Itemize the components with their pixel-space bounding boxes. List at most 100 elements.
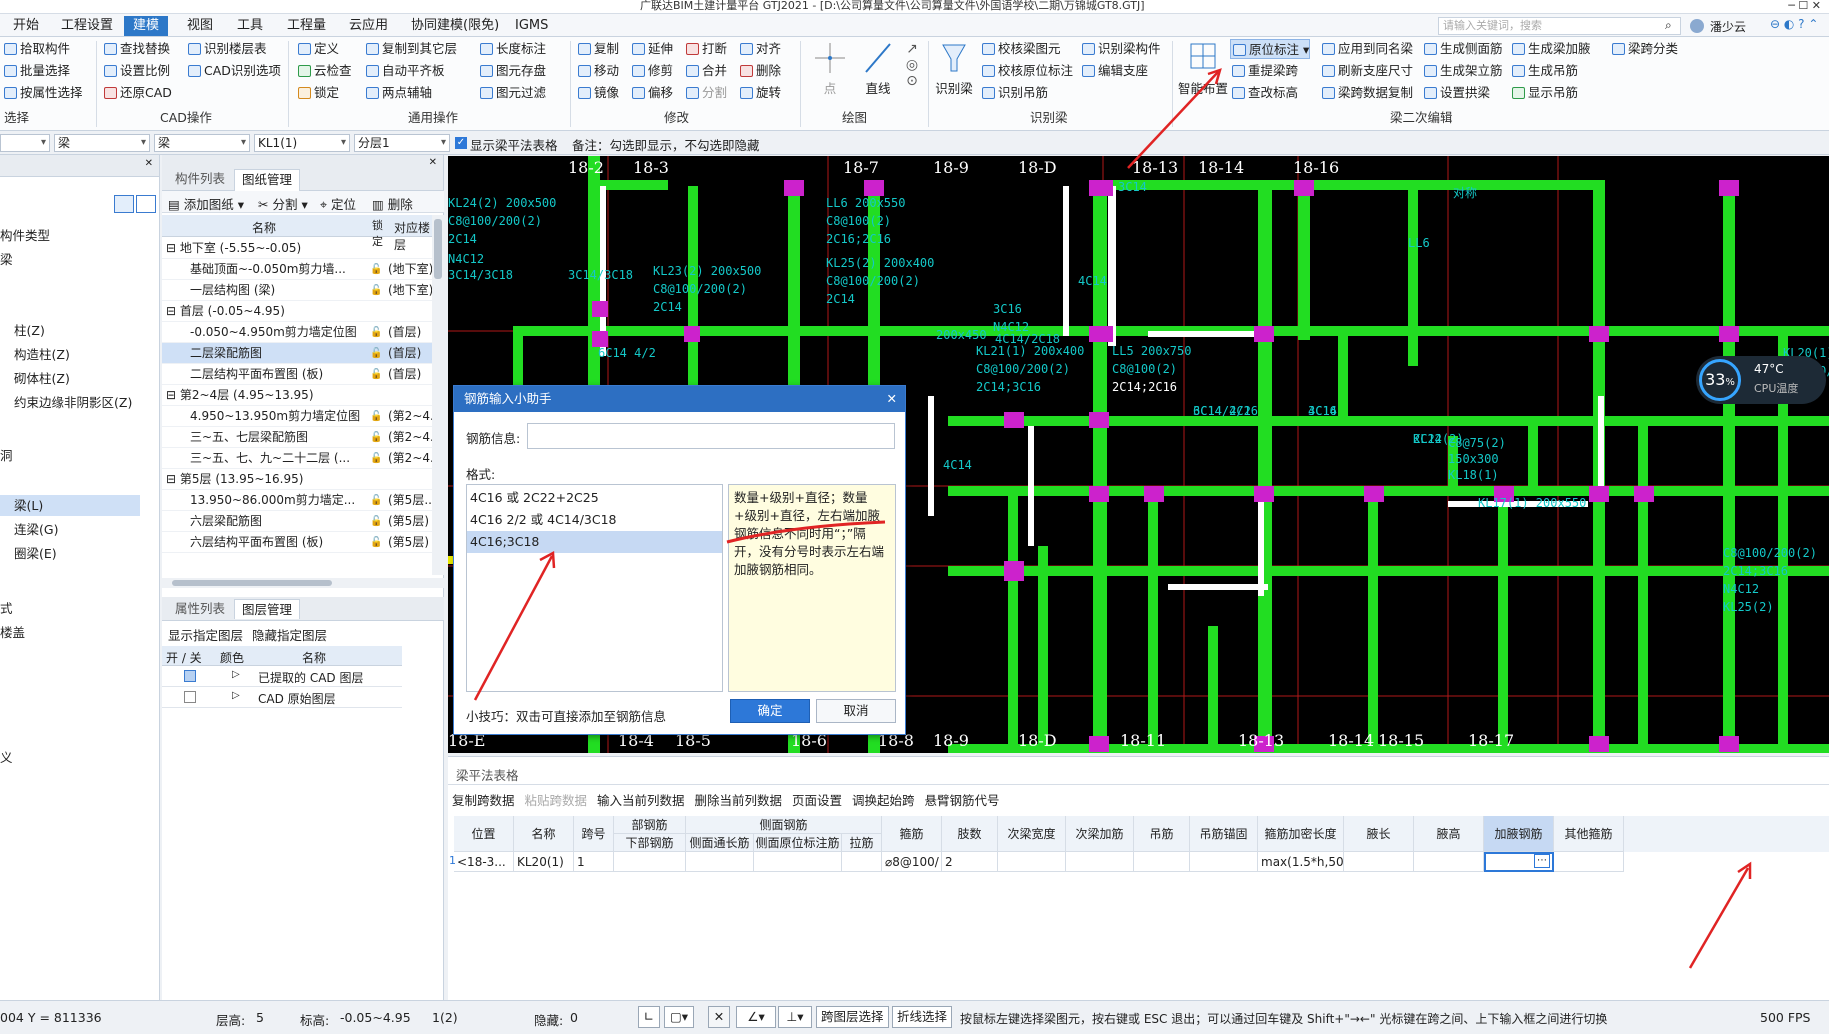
tree-item-coupling-beam[interactable]: 连梁(G) (14, 519, 154, 540)
drawing-group-row[interactable]: ⊟ 首层 (-0.05~4.95) (162, 301, 432, 322)
group-modify-label[interactable]: 修改 (664, 109, 689, 127)
angle-button[interactable]: ∠▾ (736, 1006, 776, 1028)
span-layer-select-button[interactable]: 跨图层选择 (816, 1006, 889, 1028)
lock-icon[interactable]: 🔓 (370, 532, 382, 553)
identify-floor-table-button[interactable]: 识别楼层表 (186, 39, 267, 59)
find-replace-button[interactable]: 查找替换 (102, 39, 170, 59)
format-option[interactable]: 4C16 2/2 或 4C14/3C18 (467, 509, 722, 531)
column-header[interactable]: 吊筋 (1134, 816, 1190, 852)
column-header[interactable]: 腋长 (1344, 816, 1414, 852)
delete-drawing-button[interactable]: ▥ 删除 (372, 194, 413, 213)
drawing-row[interactable]: 三~五、七层梁配筋图 🔓 (第2~4... (162, 427, 432, 448)
point-button[interactable]: 点 (808, 41, 852, 101)
table-cell[interactable] (1414, 852, 1484, 872)
table-row[interactable]: <18-3...KL20(1)1 ⌀8@100/2 max(1.5*h,500) ⋯ (454, 852, 1829, 872)
search-input[interactable]: 请输入关键词，搜索 (1438, 17, 1681, 35)
column-header[interactable]: 侧面原位标注筋 (754, 834, 842, 852)
drawing-row[interactable]: 六层结构平面布置图 (板) 🔓 (第5层) (162, 532, 432, 553)
lock-icon[interactable]: 🔓 (370, 322, 382, 343)
swap-span-button[interactable]: 调换起始跨 (852, 793, 915, 808)
save-element-button[interactable]: 图元存盘 (478, 61, 546, 81)
tree-item-constructional-column[interactable]: 构造柱(Z) (14, 344, 154, 365)
list-view-icon[interactable] (114, 195, 134, 213)
split-drawing-button[interactable]: ✂ 分割 ▾ (258, 194, 308, 213)
identify-beam-member-button[interactable]: 识别梁构件 (1080, 39, 1161, 59)
tab-layer-manager[interactable]: 图层管理 (234, 599, 301, 619)
layer-checkbox[interactable] (184, 691, 196, 703)
pick-element-button[interactable]: 拾取构件 (2, 39, 70, 59)
lock-button[interactable]: 锁定 (296, 83, 339, 103)
grid-view-icon[interactable] (136, 195, 156, 213)
attr-select-button[interactable]: 按属性选择 (2, 83, 83, 103)
span-data-copy-button[interactable]: 梁跨数据复制 (1320, 83, 1413, 103)
tab-project-settings[interactable]: 工程设置 (52, 16, 122, 36)
mirror-button[interactable]: 镜像 (576, 83, 619, 103)
group-select-label[interactable]: 选择 (4, 109, 29, 127)
tab-view[interactable]: 视图 (178, 16, 222, 36)
drawing-row[interactable]: 基础顶面~-0.050m剪力墙... 🔓 (地下室) (162, 259, 432, 280)
apply-same-name-button[interactable]: 应用到同名梁 (1320, 39, 1413, 59)
column-header[interactable]: 跨号 (574, 816, 614, 852)
cancel-button[interactable]: 取消 (816, 699, 896, 723)
layer-row[interactable]: ▷ CAD 原始图层 (162, 687, 402, 708)
re-extract-span-button[interactable]: 重提梁跨 (1230, 61, 1298, 81)
help-icons[interactable]: ⊖ ◐ ? ⌃ (1770, 17, 1818, 31)
column-header[interactable]: 其他箍筋 (1554, 816, 1624, 852)
erection-rebar-button[interactable]: 生成架立筋 (1422, 61, 1503, 81)
lock-icon[interactable]: 🔓 (370, 511, 382, 532)
category-combo[interactable]: 梁 (54, 134, 150, 152)
arch-beam-button[interactable]: 设置拱梁 (1422, 83, 1490, 103)
expand-icon[interactable]: ▷ (232, 669, 240, 680)
close-icon[interactable]: ✕ (145, 158, 153, 169)
column-header[interactable]: 位置 (454, 816, 514, 852)
line-button[interactable]: 直线 (856, 41, 900, 101)
tab-igms[interactable]: IGMS (506, 16, 557, 36)
check-in-situ-button[interactable]: 校核原位标注 (980, 61, 1073, 81)
table-cell[interactable]: <18-3... (454, 852, 514, 872)
lock-icon[interactable]: 🔓 (370, 364, 382, 385)
user-name[interactable]: 潘少云 (1710, 18, 1746, 35)
group-draw-label[interactable]: 绘图 (842, 109, 867, 127)
group-cad-label[interactable]: CAD操作 (160, 109, 212, 127)
table-cell[interactable] (614, 852, 686, 872)
window-controls[interactable]: ─ ☐ ✕ (1788, 0, 1821, 12)
h-scrollbar[interactable] (162, 578, 444, 588)
offset-button[interactable]: 偏移 (630, 83, 673, 103)
table-cell[interactable] (1554, 852, 1624, 872)
group-secondary-label[interactable]: 梁二次编辑 (1390, 109, 1453, 127)
format-option[interactable]: 4C16 或 2C22+2C25 (467, 487, 722, 509)
tree-item[interactable]: 洞 (0, 445, 13, 466)
smart-layout-button[interactable]: 智能布置 (1176, 41, 1230, 101)
table-cell[interactable] (842, 852, 882, 872)
batch-select-button[interactable]: 批量选择 (2, 61, 70, 81)
tab-property-list[interactable]: 属性列表 (168, 599, 232, 619)
cad-options-button[interactable]: CAD识别选项 (186, 61, 281, 81)
cantilever-code-button[interactable]: 悬臂钢筋代号 (925, 793, 1000, 808)
column-header[interactable]: 吊筋锚固 (1190, 816, 1258, 852)
drawing-row[interactable]: 三~五、七、九~二十二层 (... 🔓 (第2~4... (162, 448, 432, 469)
length-dim-button[interactable]: 长度标注 (478, 39, 546, 59)
avatar[interactable] (1690, 19, 1704, 33)
edit-elevation-button[interactable]: 查改标高 (1230, 83, 1298, 103)
lock-icon[interactable]: 🔓 (370, 280, 382, 301)
table-cell[interactable] (686, 852, 754, 872)
drawing-row[interactable]: 13.950~86.000m剪力墙定... 🔓 (第5层... (162, 490, 432, 511)
table-cell[interactable]: KL20(1) (514, 852, 574, 872)
rotate-button[interactable]: 旋转 (738, 83, 781, 103)
arc-tool-button[interactable]: ↗ ◎ ⊙ (902, 41, 922, 103)
element-filter-button[interactable]: 图元过滤 (478, 83, 546, 103)
show-table-checkbox[interactable]: ✓ (455, 137, 467, 149)
haunch-button[interactable]: 生成梁加腋 (1510, 39, 1591, 59)
side-rebar-button[interactable]: 生成侧面筋 (1422, 39, 1503, 59)
identify-hanger-button[interactable]: 识别吊筋 (980, 83, 1048, 103)
define-button[interactable]: 定义 (296, 39, 339, 59)
drawing-row[interactable]: -0.050~4.950m剪力墙定位图 🔓 (首层) (162, 322, 432, 343)
snap-ortho-button[interactable]: ∟ (638, 1006, 660, 1028)
tab-tools[interactable]: 工具 (228, 16, 272, 36)
column-header[interactable]: 次梁加筋 (1066, 816, 1134, 852)
ellipsis-button[interactable]: ⋯ (1534, 854, 1550, 868)
gen-hanger-button[interactable]: 生成吊筋 (1510, 61, 1578, 81)
tree-item[interactable]: 楼盖 (0, 622, 25, 643)
expand-icon[interactable]: ▷ (232, 690, 240, 701)
cpu-widget[interactable]: 33% 47°C CPU温度 (1696, 356, 1826, 404)
